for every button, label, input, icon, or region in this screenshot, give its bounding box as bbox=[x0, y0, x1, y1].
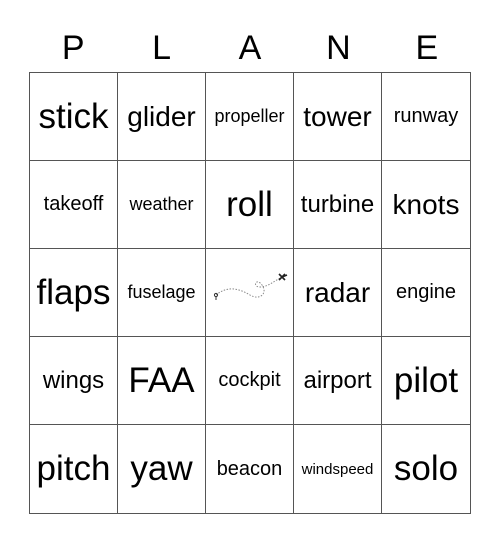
bingo-cell[interactable]: weather bbox=[118, 161, 206, 249]
header-letter: N bbox=[326, 29, 351, 67]
bingo-cell[interactable]: pitch bbox=[30, 425, 118, 513]
bingo-cell[interactable]: yaw bbox=[118, 425, 206, 513]
bingo-grid: stick glider propeller tower runway takeoff we… bbox=[29, 72, 471, 514]
bingo-cell[interactable]: solo bbox=[382, 425, 470, 513]
bingo-cell[interactable]: engine bbox=[382, 249, 470, 337]
bingo-cell[interactable]: glider bbox=[118, 73, 206, 161]
bingo-cell[interactable]: beacon bbox=[206, 425, 294, 513]
bingo-cell[interactable]: runway bbox=[382, 73, 470, 161]
bingo-cell[interactable]: FAA bbox=[118, 337, 206, 425]
bingo-cell[interactable]: stick bbox=[30, 73, 118, 161]
bingo-header: P L A N E bbox=[29, 28, 471, 68]
header-letter: A bbox=[238, 29, 262, 67]
bingo-cell-free[interactable] bbox=[206, 249, 294, 337]
bingo-cell[interactable]: propeller bbox=[206, 73, 294, 161]
bingo-cell[interactable]: wings bbox=[30, 337, 118, 425]
bingo-cell[interactable]: windspeed bbox=[294, 425, 382, 513]
header-letter: L bbox=[152, 29, 172, 67]
bingo-cell[interactable]: tower bbox=[294, 73, 382, 161]
bingo-cell[interactable]: knots bbox=[382, 161, 470, 249]
bingo-cell[interactable]: turbine bbox=[294, 161, 382, 249]
bingo-cell[interactable]: flaps bbox=[30, 249, 118, 337]
bingo-cell[interactable]: fuselage bbox=[118, 249, 206, 337]
header-letter: P bbox=[61, 29, 85, 67]
bingo-cell[interactable]: pilot bbox=[382, 337, 470, 425]
bingo-cell[interactable]: airport bbox=[294, 337, 382, 425]
plane-flight-path-icon bbox=[213, 272, 287, 300]
bingo-cell[interactable]: radar bbox=[294, 249, 382, 337]
bingo-cell[interactable]: roll bbox=[206, 161, 294, 249]
bingo-cell[interactable]: takeoff bbox=[30, 161, 118, 249]
header-letter: E bbox=[415, 29, 439, 67]
bingo-cell[interactable]: cockpit bbox=[206, 337, 294, 425]
